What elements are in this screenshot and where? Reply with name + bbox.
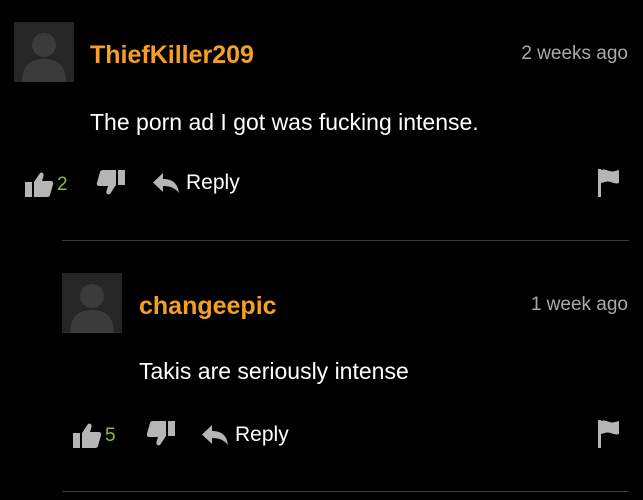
flag-icon xyxy=(598,169,619,197)
username[interactable]: changeepic xyxy=(139,292,277,321)
comment-1: ThiefKiller209 2 weeks ago The porn ad I… xyxy=(0,0,643,240)
thumbs-down-icon xyxy=(146,421,175,446)
like-button[interactable]: 5 xyxy=(72,422,116,450)
like-button[interactable]: 2 xyxy=(24,171,68,199)
reply-arrow-icon xyxy=(202,425,228,445)
thumbs-down-icon xyxy=(96,170,125,195)
dislike-button[interactable] xyxy=(96,168,126,196)
timestamp: 1 week ago xyxy=(530,294,628,315)
like-count: 2 xyxy=(57,174,68,195)
reply-label: Reply xyxy=(235,423,289,446)
like-count: 5 xyxy=(105,425,116,446)
avatar[interactable] xyxy=(62,273,122,333)
comment-text: The porn ad I got was fucking intense. xyxy=(90,109,479,135)
default-user-icon xyxy=(70,284,114,333)
default-user-icon xyxy=(22,33,66,82)
flag-icon xyxy=(598,420,619,448)
username[interactable]: ThiefKiller209 xyxy=(90,41,254,70)
flag-button[interactable] xyxy=(597,168,621,198)
reply-arrow-icon xyxy=(153,173,179,193)
reply-label: Reply xyxy=(186,171,240,194)
comment-text: Takis are seriously intense xyxy=(139,358,409,384)
flag-button[interactable] xyxy=(597,419,621,449)
reply-button[interactable]: Reply xyxy=(152,171,240,195)
thumbs-up-icon xyxy=(73,423,102,448)
comments-page: ThiefKiller209 2 weeks ago The porn ad I… xyxy=(0,0,643,500)
comment-divider xyxy=(62,491,629,492)
dislike-button[interactable] xyxy=(146,419,176,447)
comment-2: changeepic 1 week ago Takis are seriousl… xyxy=(0,241,643,491)
avatar[interactable] xyxy=(14,22,74,82)
reply-button[interactable]: Reply xyxy=(201,423,289,447)
timestamp: 2 weeks ago xyxy=(521,43,628,64)
thumbs-up-icon xyxy=(25,172,54,197)
